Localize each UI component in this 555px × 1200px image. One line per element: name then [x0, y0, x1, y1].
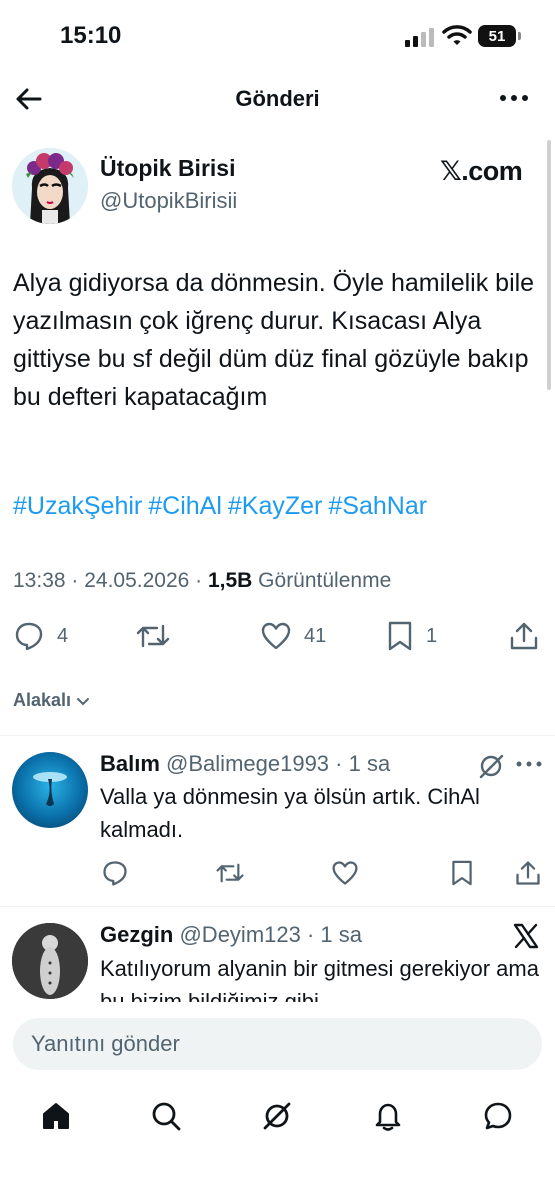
- top-header: Gönderi: [0, 74, 555, 124]
- share-button[interactable]: [508, 620, 540, 652]
- tab-bar: [0, 1096, 555, 1146]
- more-options-icon[interactable]: [498, 86, 530, 110]
- hashtag-link[interactable]: #SahNar: [328, 492, 427, 520]
- tweet-actions: 4 41 1: [0, 618, 555, 658]
- bookmark-count: 1: [426, 624, 438, 647]
- heart-icon[interactable]: [331, 859, 359, 887]
- source-label: 𝕏.com: [440, 156, 523, 186]
- battery-icon: 51: [478, 25, 516, 47]
- author-handle[interactable]: @UtopikBirisii: [100, 188, 237, 214]
- author-avatar[interactable]: [12, 148, 88, 224]
- heart-icon: [261, 622, 291, 650]
- like-button[interactable]: 41: [260, 620, 326, 652]
- status-bar: 15:10 51: [0, 0, 555, 74]
- grok-icon: [263, 1102, 291, 1130]
- tab-notifications[interactable]: [368, 1096, 408, 1136]
- tab-search[interactable]: [146, 1096, 186, 1136]
- related-sort-dropdown[interactable]: Alakalı: [13, 690, 91, 711]
- reply-text: Katılıyorum alyanin bir gitmesi gerekiyo…: [100, 956, 539, 1002]
- reply-button[interactable]: 4: [13, 620, 68, 652]
- tweet-text: Alya gidiyorsa da dönmesin. Öyle hamilel…: [13, 269, 535, 411]
- reply-icon[interactable]: [101, 859, 129, 887]
- hashtag-list: #UzakŞehir #CihAl #KayZer #SahNar: [13, 492, 433, 521]
- retweet-icon[interactable]: [215, 859, 245, 887]
- reply-avatar[interactable]: [12, 752, 88, 828]
- like-count: 41: [304, 624, 327, 647]
- bookmark-button[interactable]: 1: [386, 620, 437, 652]
- reply-author-handle[interactable]: @Deyim123: [179, 922, 300, 947]
- author-name[interactable]: Ütopik Birisi: [100, 155, 235, 182]
- divider: [0, 735, 555, 736]
- tweet-meta: 13:38 · 24.05.2026 · 1,5B Görüntülenme: [13, 569, 391, 593]
- x-logo-icon: [513, 923, 539, 949]
- reply-count: 4: [57, 624, 69, 647]
- grok-icon[interactable]: [477, 752, 505, 780]
- share-icon[interactable]: [514, 859, 542, 887]
- chat-bubble-icon: [484, 1102, 512, 1130]
- reply-author-name[interactable]: Balım: [100, 751, 160, 776]
- reply-header: Balım @Balimege1993 · 1 sa: [100, 751, 390, 777]
- views-count: 1,5B: [207, 569, 253, 592]
- bookmark-icon: [388, 621, 412, 651]
- chevron-down-icon: [77, 697, 90, 705]
- tab-home[interactable]: [36, 1096, 76, 1136]
- avatar-illustration: [12, 923, 88, 999]
- home-icon: [43, 1103, 69, 1129]
- cellular-signal-icon: [405, 28, 434, 47]
- reply-time: · 1 sa: [300, 922, 362, 947]
- composer-placeholder: Yanıtını gönder: [31, 1031, 180, 1056]
- divider: [0, 906, 555, 907]
- reply-actions: [0, 859, 555, 889]
- battery-cap: [518, 32, 521, 40]
- reply-composer-input[interactable]: Yanıtını gönder: [13, 1018, 542, 1070]
- reply-avatar[interactable]: [12, 923, 88, 999]
- tab-messages[interactable]: [478, 1096, 518, 1136]
- reply-author-name[interactable]: Gezgin: [100, 922, 173, 947]
- retweet-button[interactable]: [135, 620, 171, 652]
- reply-text: Valla ya dönmesin ya ölsün artık. CihAl …: [100, 784, 480, 842]
- wifi-icon: [442, 25, 472, 45]
- more-options-icon[interactable]: [515, 758, 543, 770]
- hashtag-link[interactable]: #CihAl: [148, 492, 222, 520]
- avatar-illustration: [12, 148, 88, 224]
- views-label: Görüntülenme: [252, 569, 392, 592]
- status-time: 15:10: [60, 22, 122, 49]
- retweet-icon: [136, 624, 170, 648]
- related-label: Alakalı: [13, 690, 72, 710]
- tab-grok[interactable]: [257, 1096, 297, 1136]
- reply-icon: [15, 622, 43, 651]
- reply-time: · 1 sa: [329, 751, 391, 776]
- avatar-illustration: [33, 772, 67, 806]
- bottom-panel: Yanıtını gönder: [0, 1002, 555, 1200]
- bookmark-icon[interactable]: [450, 859, 474, 887]
- bell-icon: [375, 1103, 401, 1131]
- reply-author-handle[interactable]: @Balimege1993: [166, 751, 329, 776]
- reply-header: Gezgin @Deyim123 · 1 sa: [100, 922, 362, 948]
- page-title: Gönderi: [235, 86, 320, 111]
- search-icon: [152, 1102, 181, 1131]
- share-icon: [510, 622, 538, 650]
- tweet-timestamp: 13:38 · 24.05.2026 ·: [13, 569, 208, 592]
- hashtag-link[interactable]: #UzakŞehir: [13, 492, 142, 520]
- hashtag-link[interactable]: #KayZer: [228, 492, 322, 520]
